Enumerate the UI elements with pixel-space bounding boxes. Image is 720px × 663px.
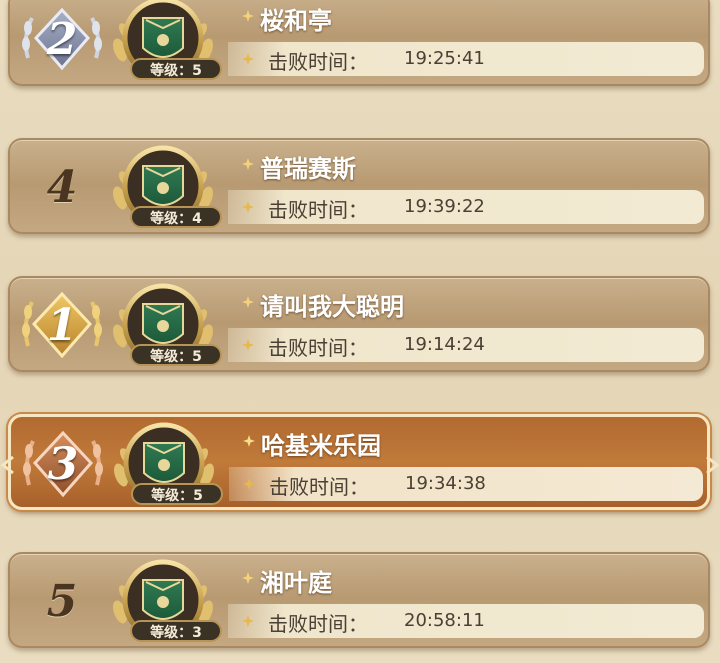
rank-number: 4 — [46, 161, 78, 213]
defeat-time-value: 19:25:41 — [404, 48, 485, 69]
sparkle-icon — [242, 201, 254, 213]
sparkle-icon — [242, 572, 254, 584]
sparkle-icon — [242, 10, 254, 22]
sparkle-icon — [243, 435, 255, 447]
sparkle-icon — [242, 53, 254, 65]
info-band: 击败时间： 19:34:38 — [229, 467, 703, 501]
sparkle-icon — [242, 339, 254, 351]
sparkle-icon — [242, 615, 254, 627]
name-band: 桜和亭 — [228, 0, 704, 36]
info-band: 击败时间： 19:14:24 — [228, 328, 704, 362]
defeat-time-value: 19:39:22 — [404, 196, 485, 217]
rank-row[interactable]: 5 等级：3 湘叶庭 击败时间： 20:58:11 — [8, 552, 710, 648]
level-badge: 等级：5 — [130, 58, 222, 80]
rank-row-selected[interactable]: 3 等级：5 哈基米乐园 击败时间： 19:34:38 — [1, 414, 719, 510]
rank-number: 2 — [46, 13, 78, 65]
level-badge: 等级：5 — [131, 483, 223, 505]
info-band: 击败时间： 19:25:41 — [228, 42, 704, 76]
sparkle-icon — [242, 158, 254, 170]
rank-cell: 5 — [16, 560, 108, 642]
defeat-time-label: 击败时间： — [268, 612, 368, 636]
rank-cell: 3 — [17, 423, 109, 505]
rank-row[interactable]: 1 等级：5 请叫我大聪明 击败时间： 19:14:24 — [8, 276, 710, 372]
name-band: 请叫我大聪明 — [228, 282, 704, 322]
name-band: 湘叶庭 — [228, 558, 704, 598]
defeat-time-label: 击败时间： — [268, 336, 368, 360]
selection-arrow-left-icon — [1, 455, 14, 475]
player-name: 湘叶庭 — [260, 569, 332, 597]
rank-number: 1 — [46, 299, 78, 351]
rank-cell: 2 — [16, 0, 108, 80]
name-band: 哈基米乐园 — [229, 421, 703, 461]
rank-number: 3 — [47, 438, 79, 490]
level-badge: 等级：3 — [130, 620, 222, 642]
defeat-time-label: 击败时间： — [268, 198, 368, 222]
sparkle-icon — [242, 296, 254, 308]
sparkle-icon — [243, 478, 255, 490]
defeat-time-label: 击败时间： — [268, 50, 368, 74]
info-band: 击败时间： 20:58:11 — [228, 604, 704, 638]
player-name: 桜和亭 — [260, 7, 332, 35]
player-name: 哈基米乐园 — [261, 432, 381, 460]
player-name: 普瑞赛斯 — [260, 155, 356, 183]
defeat-time-value: 19:34:38 — [405, 473, 486, 494]
rank-row[interactable]: 4 等级：4 普瑞赛斯 击败时间： 19:39:22 — [8, 138, 710, 234]
rank-number: 5 — [46, 575, 78, 627]
player-name: 请叫我大聪明 — [260, 293, 404, 321]
selection-arrow-right-icon — [706, 455, 719, 475]
defeat-time-label: 击败时间： — [269, 475, 369, 499]
level-badge: 等级：4 — [130, 206, 222, 228]
rank-row[interactable]: 2 等级：5 桜和亭 击败时间： 19:25:41 — [8, 0, 710, 86]
rank-cell: 4 — [16, 146, 108, 228]
defeat-time-value: 19:14:24 — [404, 334, 485, 355]
level-badge: 等级：5 — [130, 344, 222, 366]
info-band: 击败时间： 19:39:22 — [228, 190, 704, 224]
name-band: 普瑞赛斯 — [228, 144, 704, 184]
rank-cell: 1 — [16, 284, 108, 366]
defeat-time-value: 20:58:11 — [404, 610, 485, 631]
